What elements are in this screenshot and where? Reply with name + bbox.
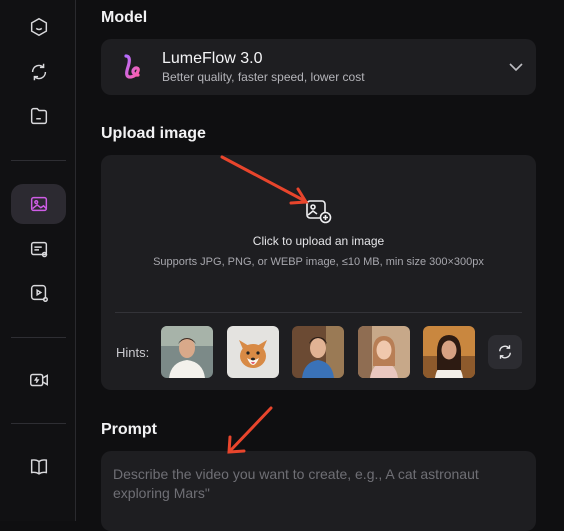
chevron-down-icon[interactable] <box>508 59 524 75</box>
sidebar-item-template[interactable] <box>11 229 66 269</box>
sidebar-divider <box>11 337 66 338</box>
prompt-placeholder: Describe the video you want to create, e… <box>113 466 479 501</box>
hint-thumbnail-man-white-shirt[interactable] <box>161 326 213 378</box>
sidebar-item-loop[interactable] <box>11 52 66 92</box>
refresh-loop-icon <box>31 63 46 81</box>
model-name: LumeFlow 3.0 <box>162 50 263 67</box>
sidebar-item-image-to-video[interactable] <box>11 184 66 224</box>
sidebar-item-home[interactable] <box>11 7 66 47</box>
model-section-title: Model <box>101 9 148 26</box>
play-settings-icon <box>30 284 48 302</box>
refresh-icon <box>499 345 511 359</box>
hint-thumbnail-man-blue-shirt[interactable] <box>292 326 344 378</box>
hint-thumbnail-woman-cafe[interactable] <box>358 326 410 378</box>
hint-thumbnail-woman-evening[interactable] <box>423 326 475 378</box>
sidebar <box>0 0 76 521</box>
upload-title: Click to upload an image <box>252 234 385 248</box>
image-add-icon <box>30 196 47 212</box>
main-panel: Model LumeFlow 3.0 Better quality, faste… <box>77 0 564 531</box>
folder-icon <box>30 107 47 125</box>
sidebar-divider <box>11 423 66 424</box>
sidebar-item-folder[interactable] <box>11 96 66 136</box>
model-selector[interactable]: LumeFlow 3.0 Better quality, faster spee… <box>101 39 536 95</box>
video-flash-icon <box>29 373 48 387</box>
upload-section-title: Upload image <box>101 125 206 142</box>
divider <box>115 312 522 313</box>
hints-label: Hints: <box>116 345 150 360</box>
sidebar-divider <box>11 160 66 161</box>
upload-requirements: Supports JPG, PNG, or WEBP image, ≤10 MB… <box>153 256 484 268</box>
book-icon <box>30 459 47 475</box>
prompt-input[interactable]: Describe the video you want to create, e… <box>101 451 536 531</box>
hint-thumbnail-corgi-dog[interactable] <box>227 326 279 378</box>
refresh-hints-button[interactable] <box>488 335 522 369</box>
prompt-section-title: Prompt <box>101 421 157 438</box>
smile-box-icon <box>30 17 47 37</box>
sidebar-item-guide[interactable] <box>11 447 66 487</box>
upload-area[interactable]: Click to upload an image Supports JPG, P… <box>101 155 536 390</box>
sidebar-item-video[interactable] <box>11 360 66 400</box>
model-description: Better quality, faster speed, lower cost <box>162 70 365 84</box>
card-settings-icon <box>30 241 47 258</box>
sidebar-item-video-effects[interactable] <box>11 273 66 313</box>
image-upload-icon <box>306 200 332 224</box>
lumeflow-logo-icon <box>124 54 140 79</box>
